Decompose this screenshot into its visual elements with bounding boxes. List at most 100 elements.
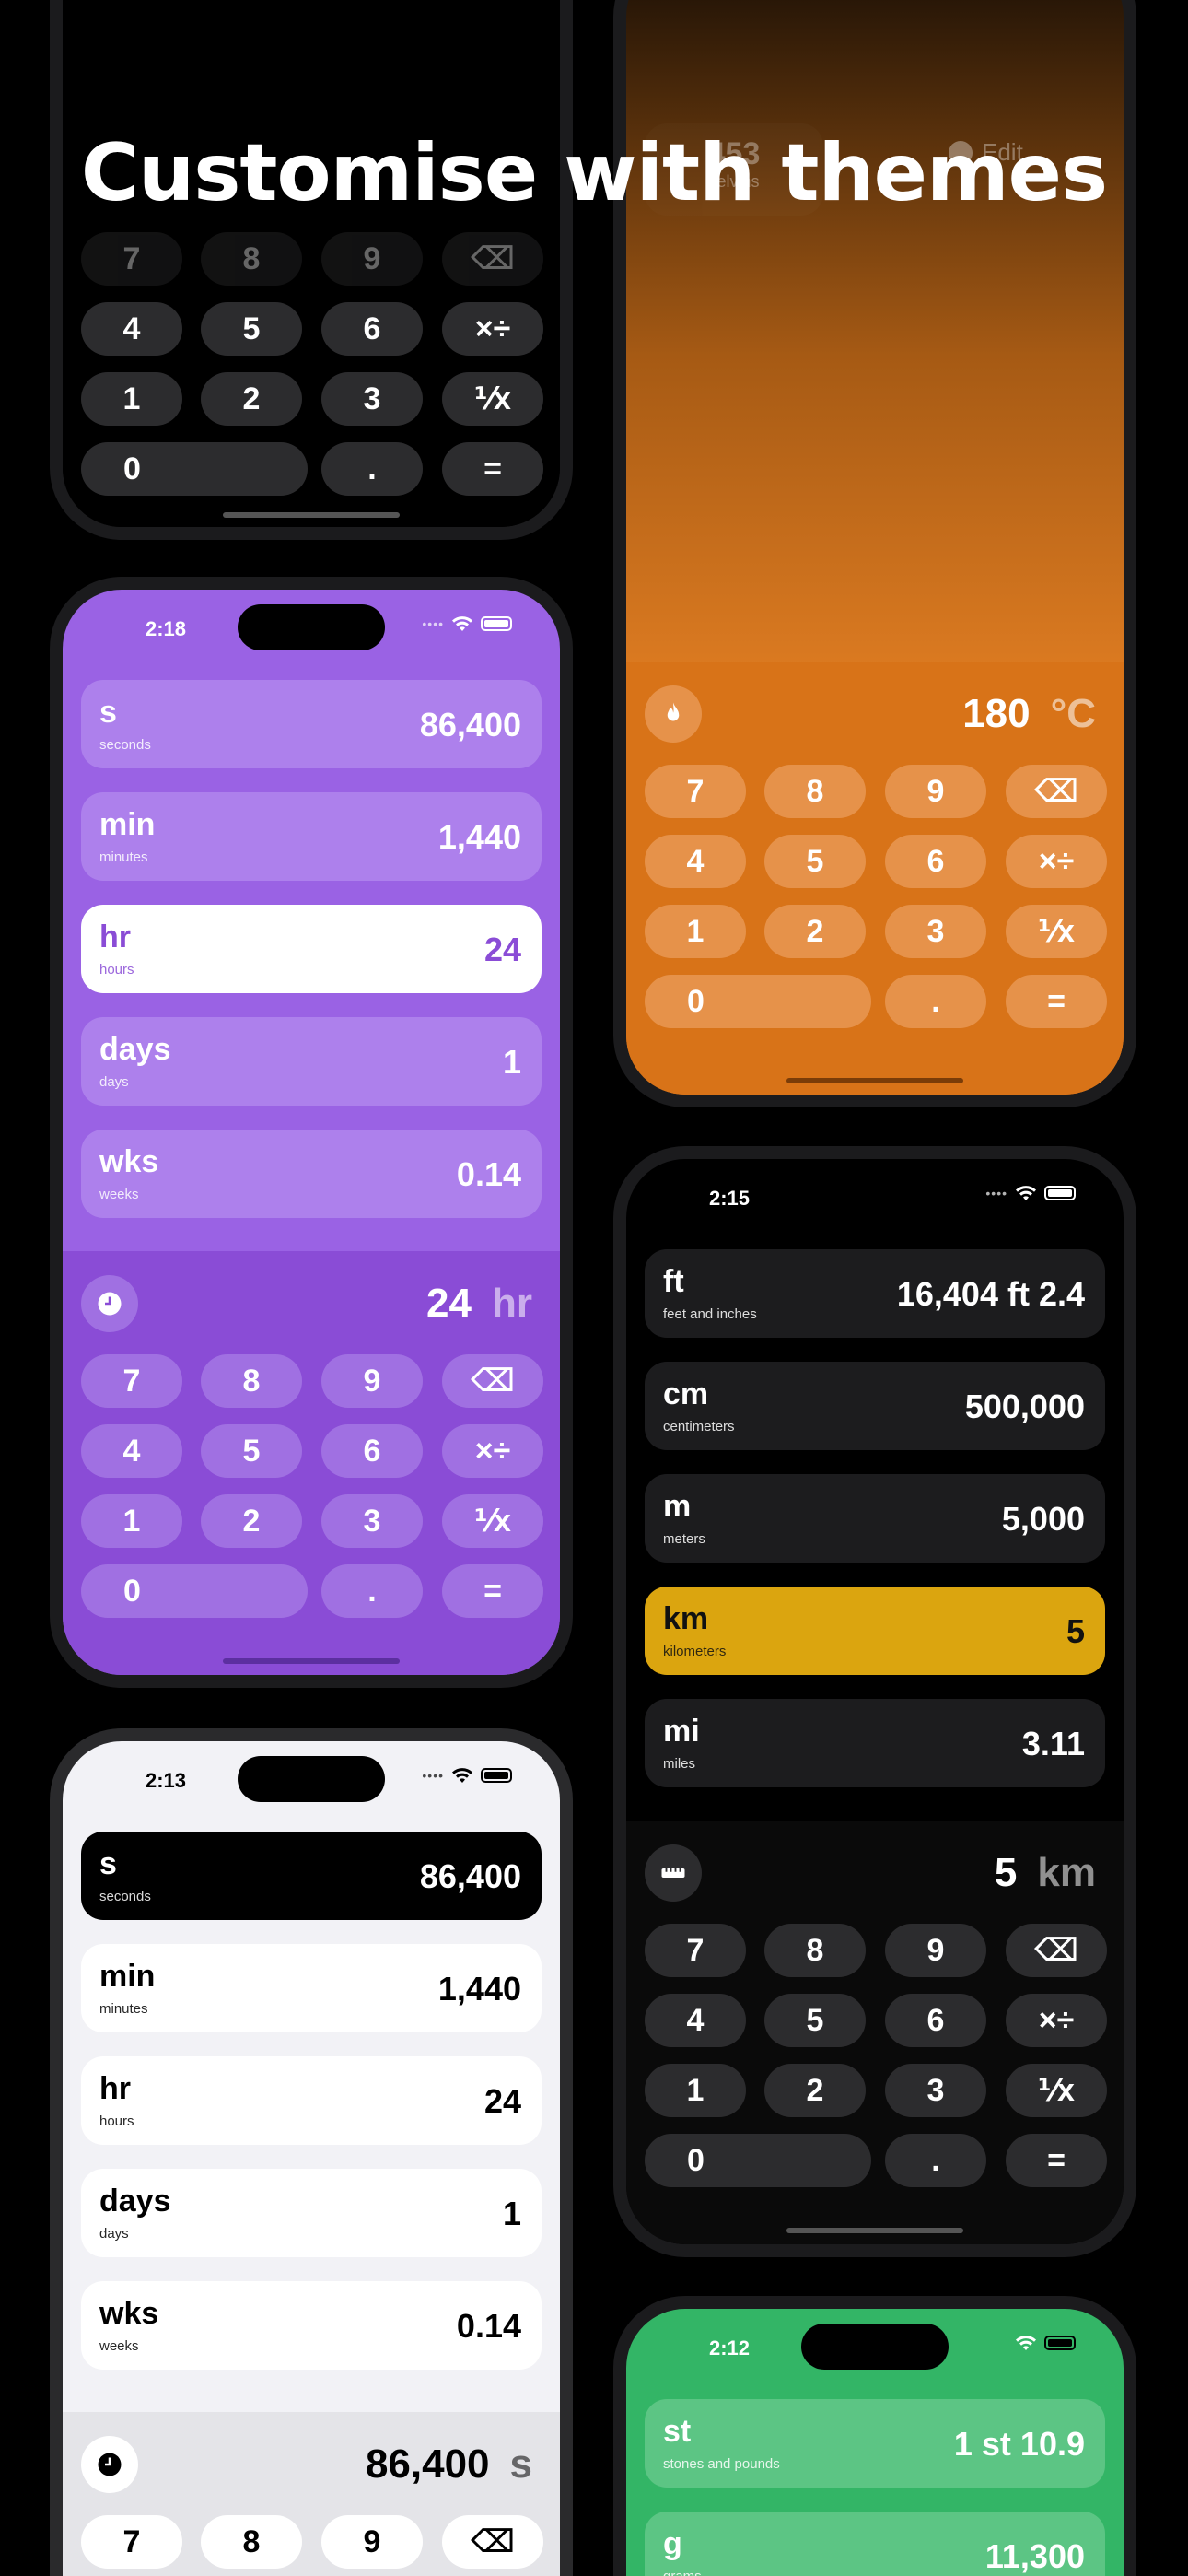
key-9[interactable]: 9 [321,1354,423,1408]
key-4[interactable]: 4 [645,1994,746,2047]
unit-row-days[interactable]: days days 1 [81,2169,542,2257]
ruler-icon[interactable] [645,1844,702,1902]
key-3[interactable]: 3 [321,372,423,426]
equals-key[interactable]: = [442,442,543,496]
unit-name: minutes [99,2001,148,2017]
decimal-key[interactable]: . [321,442,423,496]
status-icons [1015,2335,1076,2351]
unit-row-seconds[interactable]: s seconds 86,400 [81,680,542,768]
unit-row-hours[interactable]: hr hours 24 [81,905,542,993]
status-bar: 2:15 •••• [626,1159,1124,1233]
operators-key[interactable]: ×÷ [442,1424,543,1478]
key-5[interactable]: 5 [201,1424,302,1478]
key-4[interactable]: 4 [81,1424,182,1478]
key-1[interactable]: 1 [81,372,182,426]
decimal-key[interactable]: . [321,1564,423,1618]
key-7[interactable]: 7 [81,232,182,286]
unit-row-weeks[interactable]: wks weeks 0.14 [81,1130,542,1218]
key-8[interactable]: 8 [201,232,302,286]
key-7[interactable]: 7 [81,2515,182,2569]
unit-value: 5,000 [1001,1500,1085,1538]
key-0[interactable]: 0 [645,2134,871,2187]
clock-icon[interactable] [81,2436,138,2493]
key-0[interactable]: 0 [81,442,308,496]
unit-row-miles[interactable]: mi miles 3.11 [645,1699,1105,1787]
decimal-key[interactable]: . [885,2134,986,2187]
unit-row-days[interactable]: days days 1 [81,1017,542,1106]
unit-row-centimeters[interactable]: cm centimeters 500,000 [645,1362,1105,1450]
status-icons: •••• [985,1185,1076,1201]
key-0[interactable]: 0 [645,975,871,1028]
keypad: 5 km 7 8 9 ⌫ 4 5 6 ×÷ 1 2 3 ⅟x 0 . = [626,1821,1124,2244]
unit-row-grams[interactable]: g grams 11,300 [645,2512,1105,2576]
key-1[interactable]: 1 [645,905,746,958]
equals-key[interactable]: = [442,1564,543,1618]
key-1[interactable]: 1 [81,1494,182,1548]
status-bar: 2:13 •••• [63,1741,560,1815]
key-5[interactable]: 5 [201,302,302,356]
flame-icon[interactable] [645,685,702,743]
key-9[interactable]: 9 [885,765,986,818]
key-2[interactable]: 2 [201,1494,302,1548]
headline: Customise with themes [80,127,1108,219]
unit-row-meters[interactable]: m meters 5,000 [645,1474,1105,1563]
operators-key[interactable]: ×÷ [1006,835,1107,888]
reciprocal-key[interactable]: ⅟x [1006,2064,1107,2117]
key-3[interactable]: 3 [885,905,986,958]
key-9[interactable]: 9 [321,232,423,286]
clock-icon[interactable] [81,1275,138,1332]
key-9[interactable]: 9 [321,2515,423,2569]
backspace-key[interactable]: ⌫ [442,232,543,286]
unit-row-stones-pounds[interactable]: st stones and pounds 1 st 10.9 [645,2399,1105,2488]
key-6[interactable]: 6 [885,835,986,888]
key-9[interactable]: 9 [885,1924,986,1977]
unit-row-feet-inches[interactable]: ft feet and inches 16,404 ft 2.4 [645,1249,1105,1338]
backspace-key[interactable]: ⌫ [442,1354,543,1408]
backspace-key[interactable]: ⌫ [442,2515,543,2569]
key-8[interactable]: 8 [201,1354,302,1408]
unit-row-minutes[interactable]: min minutes 1,440 [81,792,542,881]
display-unit: s [509,2441,532,2487]
key-0[interactable]: 0 [81,1564,308,1618]
key-6[interactable]: 6 [321,1424,423,1478]
unit-value: 5 [1066,1612,1085,1650]
unit-row-weeks[interactable]: wks weeks 0.14 [81,2281,542,2370]
key-6[interactable]: 6 [321,302,423,356]
key-1[interactable]: 1 [645,2064,746,2117]
reciprocal-key[interactable]: ⅟x [442,372,543,426]
unit-abbr: ft [663,1264,684,1299]
operators-key[interactable]: ×÷ [1006,1994,1107,2047]
key-4[interactable]: 4 [645,835,746,888]
key-4[interactable]: 4 [81,302,182,356]
backspace-key[interactable]: ⌫ [1006,1924,1107,1977]
equals-key[interactable]: = [1006,975,1107,1028]
decimal-key[interactable]: . [885,975,986,1028]
key-2[interactable]: 2 [764,905,866,958]
key-7[interactable]: 7 [645,765,746,818]
backspace-key[interactable]: ⌫ [1006,765,1107,818]
status-time: 2:13 [146,1769,187,1792]
unit-row-minutes[interactable]: min minutes 1,440 [81,1944,542,2032]
unit-value: 24 [483,931,521,968]
unit-row-kilometers[interactable]: km kilometers 5 [645,1587,1105,1675]
key-3[interactable]: 3 [321,1494,423,1548]
key-7[interactable]: 7 [645,1924,746,1977]
unit-row-hours[interactable]: hr hours 24 [81,2056,542,2145]
key-2[interactable]: 2 [764,2064,866,2117]
key-8[interactable]: 8 [201,2515,302,2569]
unit-row-seconds[interactable]: s seconds 86,400 [81,1832,542,1920]
operators-key[interactable]: ×÷ [442,302,543,356]
reciprocal-key[interactable]: ⅟x [1006,905,1107,958]
key-5[interactable]: 5 [764,1994,866,2047]
reciprocal-key[interactable]: ⅟x [442,1494,543,1548]
key-8[interactable]: 8 [764,1924,866,1977]
key-5[interactable]: 5 [764,835,866,888]
key-8[interactable]: 8 [764,765,866,818]
phone-screen: 2:15 •••• ft feet and inches 16,404 ft 2… [626,1159,1124,2244]
equals-key[interactable]: = [1006,2134,1107,2187]
battery-icon [1044,1186,1076,1200]
key-6[interactable]: 6 [885,1994,986,2047]
key-3[interactable]: 3 [885,2064,986,2117]
key-2[interactable]: 2 [201,372,302,426]
key-7[interactable]: 7 [81,1354,182,1408]
